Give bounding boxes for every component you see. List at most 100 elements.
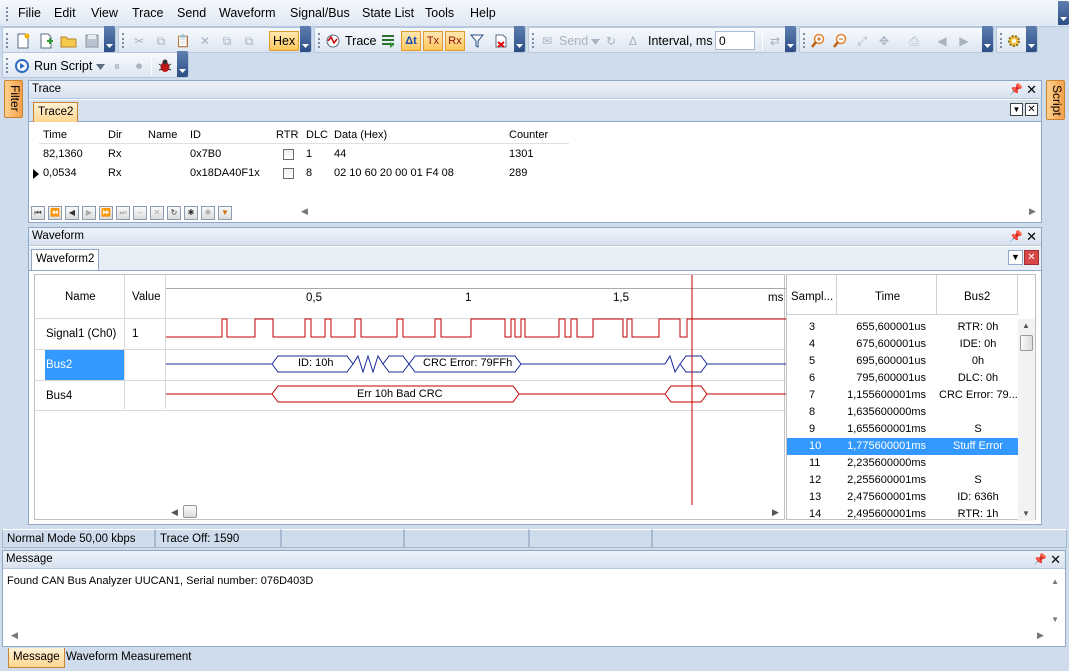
waveform-canvas[interactable]: Name Value 0,5 1 1,5 ms Signal1 (Ch0) 1 … <box>34 274 786 520</box>
rtr-checkbox[interactable] <box>283 149 294 160</box>
toolbar-grip[interactable] <box>122 33 125 48</box>
open-folder-icon[interactable] <box>59 31 79 51</box>
menu-help[interactable]: Help <box>470 6 496 20</box>
sample-row[interactable]: 5 695,600001us 0h <box>787 353 1018 370</box>
horizontal-scrollbar-thumb[interactable] <box>183 505 197 518</box>
prev-record-icon[interactable]: ◀ <box>65 206 79 220</box>
menu-trace[interactable]: Trace <box>132 6 164 20</box>
trace-label[interactable]: Trace <box>345 34 377 48</box>
sample-row[interactable]: 3 655,600001us RTR: 0h <box>787 319 1018 336</box>
delete-icon[interactable]: ✕ <box>195 31 215 51</box>
sample-row[interactable]: 11 2,235600000ms <box>787 455 1018 472</box>
export-icon[interactable]: ⎙ <box>904 31 924 51</box>
tx-filter-toggle[interactable]: Tx <box>423 31 443 51</box>
menu-state-list[interactable]: State List <box>362 6 414 20</box>
run-script-label[interactable]: Run Script <box>34 59 92 73</box>
next-page-icon[interactable]: ⏩ <box>99 206 113 220</box>
scroll-left-arrow-icon[interactable]: ◀ <box>301 206 311 220</box>
send-label[interactable]: Send <box>559 34 588 48</box>
settings-toolbar-overflow[interactable] <box>1026 26 1037 52</box>
prev-page-icon[interactable]: ⏪ <box>48 206 62 220</box>
clear-trace-icon[interactable] <box>491 31 511 51</box>
sample-row[interactable]: 9 1,655600001ms S <box>787 421 1018 438</box>
file-toolbar-overflow[interactable] <box>104 26 115 52</box>
new-document-icon[interactable] <box>36 31 56 51</box>
column-header-counter[interactable]: Counter <box>509 129 548 141</box>
zoom-in-icon[interactable] <box>808 31 828 51</box>
copy-icon[interactable]: ⧉ <box>151 31 171 51</box>
menu-waveform[interactable]: Waveform <box>219 6 276 20</box>
zoom-out-icon[interactable] <box>830 31 850 51</box>
column-header-rtr[interactable]: RTR <box>276 129 298 141</box>
toolbar-grip[interactable] <box>1000 33 1003 48</box>
sample-row[interactable]: 6 795,600001us DLC: 0h <box>787 370 1018 387</box>
edit-toolbar-overflow[interactable] <box>300 26 311 52</box>
zoom-fit-icon[interactable]: ⤢ <box>852 31 872 51</box>
tab-waveform-measurement[interactable]: Waveform Measurement <box>62 648 195 668</box>
sample-row[interactable]: 7 1,155600001ms CRC Error: 79... <box>787 387 1018 404</box>
stop-icon[interactable]: ⏺ <box>129 56 149 76</box>
pan-icon[interactable]: ✥ <box>874 31 894 51</box>
pin-icon[interactable]: 📌 <box>1033 553 1047 566</box>
filter-rows-icon[interactable]: ▼ <box>218 206 232 220</box>
script-side-tab[interactable]: Script <box>1046 80 1065 120</box>
next-record-icon[interactable]: ▶ <box>82 206 96 220</box>
scroll-up-arrow-icon[interactable]: ▲ <box>1022 321 1030 330</box>
cut-icon[interactable]: ✂ <box>129 31 149 51</box>
table-row[interactable]: 0,0534 Rx 0x18DA40F1x 8 02 10 60 20 00 0… <box>29 165 569 183</box>
sample-row[interactable]: 8 1,635600000ms <box>787 404 1018 421</box>
scroll-left-arrow-icon[interactable]: ◀ <box>11 630 18 641</box>
cancel-edit-icon[interactable]: ✕ <box>150 206 164 220</box>
prev-icon[interactable]: ◀ <box>932 31 952 51</box>
delta-icon[interactable]: Δ <box>623 31 643 51</box>
close-icon[interactable]: ✕ <box>1026 82 1037 98</box>
toolbar-grip[interactable] <box>318 33 321 48</box>
column-header-data[interactable]: Data (Hex) <box>334 129 387 141</box>
menu-send[interactable]: Send <box>177 6 206 20</box>
toolbar-grip[interactable] <box>6 33 9 48</box>
toolbar-grip[interactable] <box>532 33 535 48</box>
scroll-right-arrow-icon[interactable]: ▶ <box>772 507 779 518</box>
scroll-up-arrow-icon[interactable]: ▲ <box>1051 577 1059 586</box>
tab-message[interactable]: Message <box>8 648 65 668</box>
scroll-right-arrow-icon[interactable]: ▶ <box>1037 630 1044 641</box>
rx-filter-toggle[interactable]: Rx <box>445 31 465 51</box>
debug-bug-icon[interactable] <box>155 56 175 76</box>
column-header-dir[interactable]: Dir <box>108 129 122 141</box>
tab-close-icon[interactable]: ✕ <box>1024 250 1039 265</box>
first-record-icon[interactable]: ⏮ <box>31 206 45 220</box>
vertical-scrollbar-thumb[interactable] <box>1020 335 1033 351</box>
bookmark-icon[interactable]: ✱ <box>184 206 198 220</box>
menu-edit[interactable]: Edit <box>54 6 76 20</box>
menu-file[interactable]: Filie <box>18 6 41 20</box>
sample-row[interactable]: 14 2,495600001ms RTR: 1h <box>787 506 1018 523</box>
sample-row[interactable]: 10 1,775600001ms Stuff Error <box>787 438 1018 455</box>
scroll-down-arrow-icon[interactable]: ▼ <box>1022 509 1030 518</box>
delta-t-toggle[interactable]: Δt <box>401 31 421 51</box>
filter-side-tab[interactable]: Filter <box>4 80 23 118</box>
next-icon[interactable]: ▶ <box>954 31 974 51</box>
run-script-dropdown-arrow[interactable] <box>96 64 105 70</box>
column-header-dlc[interactable]: DLC <box>306 129 328 141</box>
close-icon[interactable]: ✕ <box>1026 229 1037 245</box>
toolbar-grip[interactable] <box>803 33 806 48</box>
menu-signal-bus[interactable]: Signal/Bus <box>290 6 350 20</box>
column-header-time[interactable]: Time <box>43 129 67 141</box>
column-header-name[interactable]: Name <box>148 129 177 141</box>
toolbar-grip[interactable] <box>6 58 9 73</box>
column-header-bus2[interactable]: Bus2 <box>937 275 1018 315</box>
send-dropdown-arrow[interactable] <box>591 39 600 45</box>
run-script-icon[interactable] <box>12 56 32 76</box>
column-header-sample[interactable]: Sampl... <box>787 275 837 315</box>
scroll-left-arrow-icon[interactable]: ◀ <box>171 507 178 518</box>
interval-input[interactable] <box>715 31 755 50</box>
script-toolbar-overflow[interactable] <box>177 51 188 77</box>
tab-trace2[interactable]: Trace2 <box>33 102 79 122</box>
new-file-icon[interactable] <box>13 31 33 51</box>
repeat-icon[interactable]: ↻ <box>601 31 621 51</box>
pin-icon[interactable]: 📌 <box>1009 230 1023 243</box>
send-list-icon[interactable]: ⇄ <box>765 31 785 51</box>
autoscroll-icon[interactable] <box>378 31 398 51</box>
remove-record-icon[interactable]: − <box>133 206 147 220</box>
vertical-scrollbar[interactable]: ▲ ▼ <box>1018 319 1035 521</box>
